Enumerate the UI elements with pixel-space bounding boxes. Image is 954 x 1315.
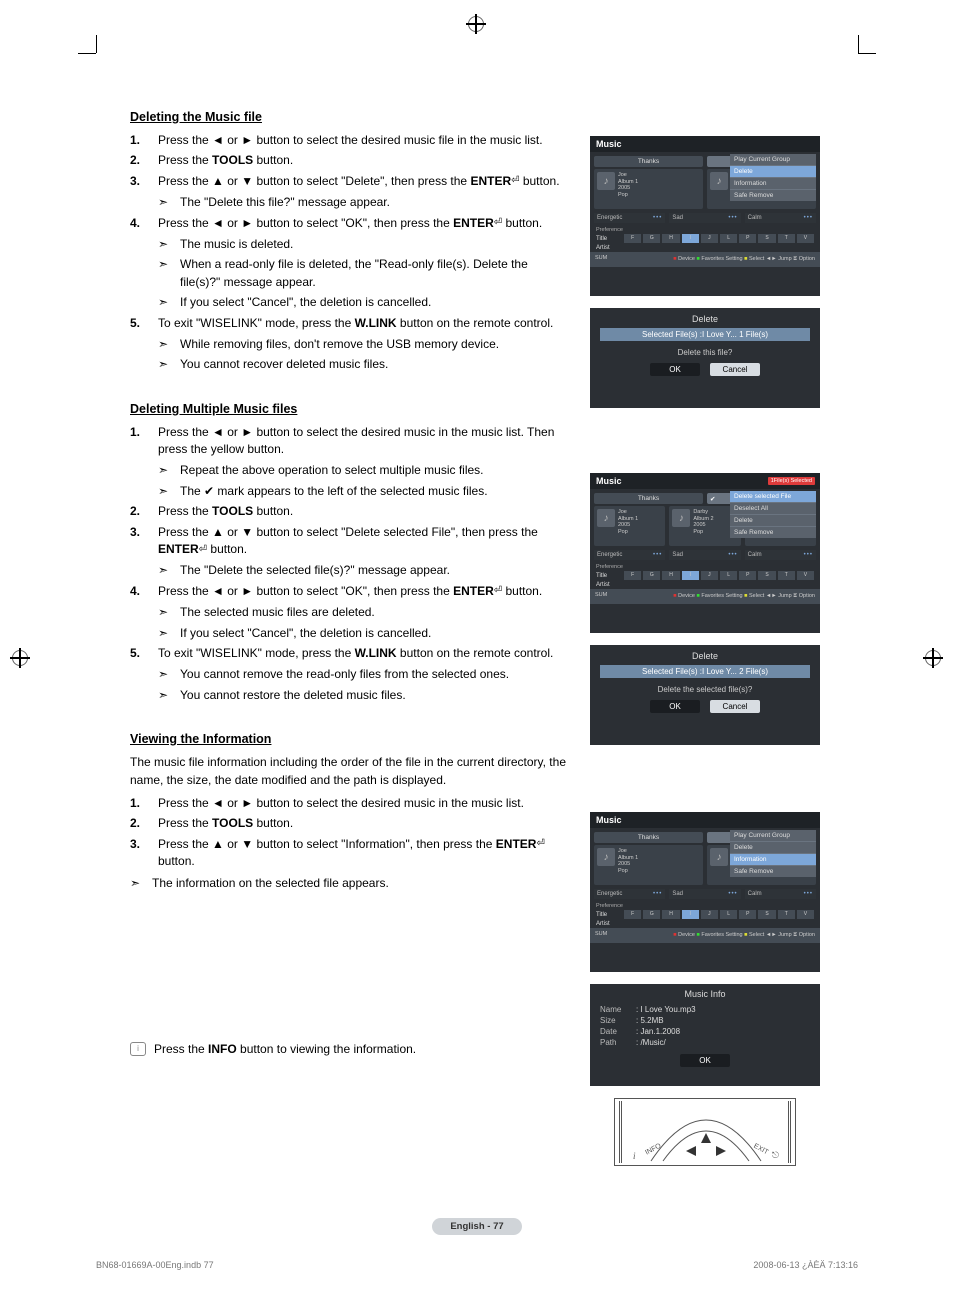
document-meta: BN68-01669A-00Eng.indb 772008-06-13 ¿ÀÈÄ… <box>96 1260 858 1270</box>
section-deleting-music-file: Deleting the Music file 1.Press the ◄ or… <box>130 110 570 374</box>
cancel-button[interactable]: Cancel <box>710 363 760 376</box>
screenshot-music-multi-delete: Music 1File(s) Selected Thanks✔I Love Yo… <box>590 473 820 633</box>
ok-button[interactable]: OK <box>680 1054 730 1067</box>
remote-diagram: INFO EXIT i ⎋ <box>614 1098 796 1166</box>
cancel-button[interactable]: Cancel <box>710 700 760 713</box>
music-note-icon: ♪ <box>597 172 615 190</box>
info-button-icon: i <box>130 1042 146 1056</box>
check-icon: ✔ <box>710 495 715 503</box>
info-icon: i <box>633 1151 636 1161</box>
step-text: Press the ◄ or ► button to select the de… <box>158 132 570 149</box>
screenshot-music-delete: Music ThanksI Love You ♪JoeAlbum 12005Po… <box>590 136 820 296</box>
music-info-panel: Music Info Name: I Love You.mp3 Size: 5.… <box>590 984 820 1086</box>
step-num: 1. <box>130 132 158 149</box>
page-footer: English - 77 <box>0 1218 954 1235</box>
enter-icon: ⏎ <box>511 174 519 189</box>
context-menu: Play Current GroupDeleteInformationSafe … <box>730 154 816 201</box>
section-title: Deleting the Music file <box>130 110 570 124</box>
ok-button[interactable]: OK <box>650 363 700 376</box>
delete-dialog-2: Delete Selected File(s) :I Love Y... 2 F… <box>590 645 820 745</box>
ok-button[interactable]: OK <box>650 700 700 713</box>
section-deleting-multiple: Deleting Multiple Music files 1.Press th… <box>130 402 570 704</box>
screenshot-music-information: Music ThanksI Love You ♪JoeAlbum 12005Po… <box>590 812 820 972</box>
exit-icon: ⎋ <box>772 1150 779 1161</box>
note-arrow-icon: ➣ <box>158 194 180 211</box>
delete-dialog-1: Delete Selected File(s) :I Love Y... 1 F… <box>590 308 820 408</box>
section-viewing-info: Viewing the Information The music file i… <box>130 732 570 892</box>
enter-icon: ⏎ <box>494 216 502 231</box>
info-button-note: i Press the INFO button to viewing the i… <box>130 1042 570 1056</box>
